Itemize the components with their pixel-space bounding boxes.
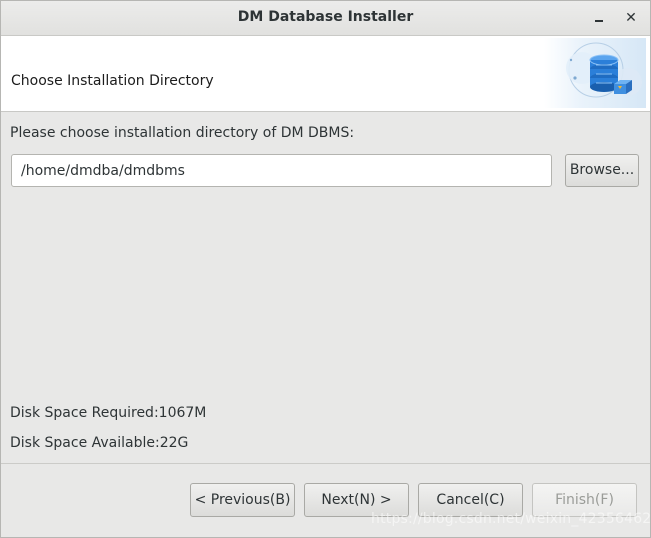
title-bar[interactable]: DM Database Installer ✕ — [1, 1, 650, 36]
installer-window: DM Database Installer ✕ Choose Installat… — [0, 0, 651, 538]
header-panel: Choose Installation Directory — [1, 36, 650, 112]
minimize-icon — [595, 20, 603, 22]
previous-button[interactable]: < Previous(B) — [190, 483, 295, 517]
install-directory-input[interactable] — [11, 154, 552, 187]
footer-divider — [1, 463, 650, 464]
database-logo-graphic — [566, 42, 642, 98]
window-title: DM Database Installer — [237, 9, 414, 25]
close-icon: ✕ — [625, 10, 637, 26]
browse-button[interactable]: Browse... — [565, 154, 639, 187]
page-title: Choose Installation Directory — [11, 73, 214, 89]
close-button[interactable]: ✕ — [621, 8, 641, 28]
disk-space-required: Disk Space Required:1067M — [10, 405, 207, 421]
minimize-button[interactable] — [589, 8, 609, 28]
disk-space-available: Disk Space Available:22G — [10, 435, 189, 451]
directory-prompt: Please choose installation directory of … — [10, 125, 355, 141]
database-stack-icon — [544, 38, 646, 108]
watermark-text: https://blog.csdn.net/weixin_42356462 — [371, 511, 651, 527]
